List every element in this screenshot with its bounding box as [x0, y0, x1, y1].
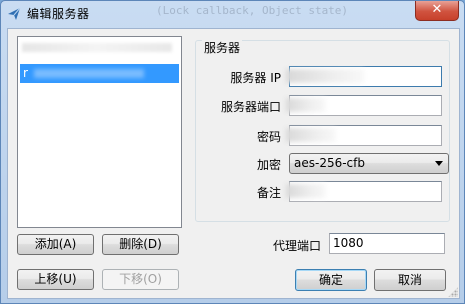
list-item-blurred-text: [33, 69, 144, 78]
encryption-value: aes-256-cfb: [294, 156, 365, 170]
password-input[interactable]: [286, 125, 442, 146]
server-ip-label: 服务器 IP: [230, 71, 281, 85]
server-group: 服务器 服务器 IP 服务器端口 密码 加密 aes-256-cfb 备注: [195, 39, 450, 222]
cancel-button[interactable]: 取消: [374, 269, 446, 291]
chevron-down-icon: [435, 161, 443, 166]
title-bar[interactable]: 编辑服务器 (Lock callback, Object state) ✕: [1, 1, 464, 27]
proxy-port-input[interactable]: 1080: [329, 233, 445, 254]
password-label: 密码: [256, 130, 281, 144]
window-title: 编辑服务器: [27, 7, 90, 21]
server-ip-input[interactable]: [286, 66, 442, 87]
proxy-port-label: 代理端口: [272, 239, 321, 253]
list-item-selected[interactable]: r: [20, 64, 179, 83]
server-group-title: 服务器: [202, 39, 243, 56]
list-item-label: r: [23, 66, 28, 80]
blurred-value: [286, 184, 326, 198]
blurred-value: [286, 69, 364, 83]
server-port-input[interactable]: [286, 95, 442, 116]
delete-button[interactable]: 删除(D): [102, 234, 179, 255]
blurred-value: [286, 98, 326, 112]
encryption-select[interactable]: aes-256-cfb: [289, 153, 449, 174]
remarks-label: 备注: [256, 186, 281, 200]
edit-server-dialog: 编辑服务器 (Lock callback, Object state) ✕ r …: [0, 0, 465, 304]
title-ghost-text: (Lock callback, Object state): [156, 4, 349, 17]
paper-plane-icon: [7, 7, 21, 21]
move-up-button[interactable]: 上移(U): [17, 269, 94, 290]
blurred-value: [286, 128, 336, 142]
dialog-body: r 添加(A) 删除(D) 上移(U) 下移(O) 服务器 服务器 IP 服务器…: [7, 28, 460, 299]
ok-button[interactable]: 确定: [295, 269, 367, 291]
resize-grip[interactable]: [448, 287, 458, 297]
close-button[interactable]: ✕: [415, 1, 459, 21]
move-down-button[interactable]: 下移(O): [102, 269, 179, 290]
encryption-label: 加密: [256, 158, 281, 172]
close-icon: ✕: [431, 2, 443, 17]
remarks-input[interactable]: [286, 181, 442, 202]
server-list[interactable]: r: [17, 36, 182, 228]
server-port-label: 服务器端口: [220, 100, 281, 114]
add-button[interactable]: 添加(A): [17, 234, 94, 255]
list-item-blurred[interactable]: [22, 43, 172, 52]
